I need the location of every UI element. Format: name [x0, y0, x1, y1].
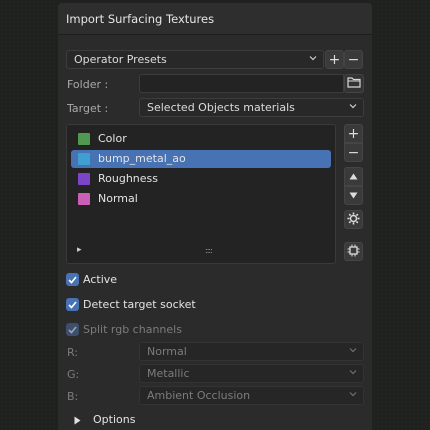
list-item-label: Normal [98, 192, 138, 205]
panel-header[interactable]: Import Surfacing Textures [58, 3, 372, 35]
list-item-label: bump_metal_ao [98, 152, 186, 165]
move-up-button[interactable] [344, 167, 363, 186]
channel-b-value: Ambient Occlusion [147, 389, 251, 402]
list-item-selected[interactable]: bump_metal_ao [71, 150, 331, 168]
minus-icon: − [347, 51, 360, 68]
target-dropdown[interactable]: Selected Objects materials [139, 98, 364, 117]
browse-folder-button[interactable] [344, 74, 364, 93]
options-section-header[interactable]: Options [58, 408, 372, 430]
folder-icon [347, 76, 361, 91]
channel-r-dropdown[interactable]: Normal [139, 342, 364, 361]
expand-filter-icon[interactable]: ▸ [77, 245, 82, 255]
triangle-down-icon [349, 189, 358, 202]
checkmark-icon [68, 325, 77, 334]
target-label: Target : [67, 102, 109, 115]
options-section-label: Options [93, 413, 136, 426]
list-item[interactable]: Color [71, 130, 331, 148]
remove-preset-button[interactable]: − [344, 50, 363, 69]
chevron-down-icon [349, 102, 357, 110]
list-item-label: Color [98, 132, 127, 145]
add-item-button[interactable]: + [344, 124, 363, 143]
folder-path-input[interactable] [139, 74, 344, 93]
active-checkbox[interactable] [66, 273, 79, 286]
channel-g-dropdown[interactable]: Metallic [139, 364, 364, 383]
remove-item-button[interactable]: − [344, 143, 363, 162]
settings-button[interactable] [344, 210, 363, 229]
chevron-down-icon [349, 390, 357, 398]
gear-icon [347, 212, 360, 228]
color-swatch [78, 153, 90, 165]
plus-icon: + [347, 125, 360, 142]
chevron-down-icon [349, 368, 357, 376]
list-item[interactable]: Roughness [71, 170, 331, 188]
operator-presets-dropdown[interactable]: Operator Presets [66, 50, 324, 69]
chevron-down-icon [349, 346, 357, 354]
target-value: Selected Objects materials [147, 101, 295, 114]
list-item[interactable]: Normal [71, 190, 331, 208]
channel-r-value: Normal [147, 345, 187, 358]
chip-button[interactable] [344, 242, 363, 261]
color-swatch [78, 133, 90, 145]
folder-label: Folder : [67, 78, 109, 91]
channel-b-label: B: [67, 390, 79, 403]
texture-list[interactable]: Color bump_metal_ao Roughness Normal ▸ :… [66, 124, 336, 264]
panel-title: Import Surfacing Textures [66, 12, 215, 26]
split-rgb-checkbox[interactable] [66, 323, 79, 336]
checkmark-icon [68, 275, 77, 284]
move-down-button[interactable] [344, 186, 363, 205]
operator-presets-label: Operator Presets [74, 53, 167, 66]
color-swatch [78, 173, 90, 185]
channel-b-dropdown[interactable]: Ambient Occlusion [139, 386, 364, 405]
channel-g-value: Metallic [147, 367, 190, 380]
channel-g-label: G: [67, 368, 80, 381]
add-preset-button[interactable]: + [325, 50, 344, 69]
active-label[interactable]: Active [83, 273, 117, 286]
chip-icon [347, 244, 360, 260]
plus-icon: + [328, 51, 341, 68]
resize-handle-icon[interactable]: :::: [205, 246, 213, 255]
color-swatch [78, 193, 90, 205]
checkmark-icon [68, 300, 77, 309]
chevron-down-icon [309, 54, 317, 62]
import-textures-panel: Import Surfacing Textures Operator Prese… [58, 3, 372, 430]
triangle-up-icon [349, 170, 358, 183]
channel-r-label: R: [67, 346, 79, 359]
detect-socket-checkbox[interactable] [66, 298, 79, 311]
split-rgb-label[interactable]: Split rgb channels [83, 323, 182, 336]
minus-icon: − [347, 144, 360, 161]
triangle-right-icon [74, 415, 81, 428]
list-item-label: Roughness [98, 172, 159, 185]
detect-socket-label[interactable]: Detect target socket [83, 298, 196, 311]
